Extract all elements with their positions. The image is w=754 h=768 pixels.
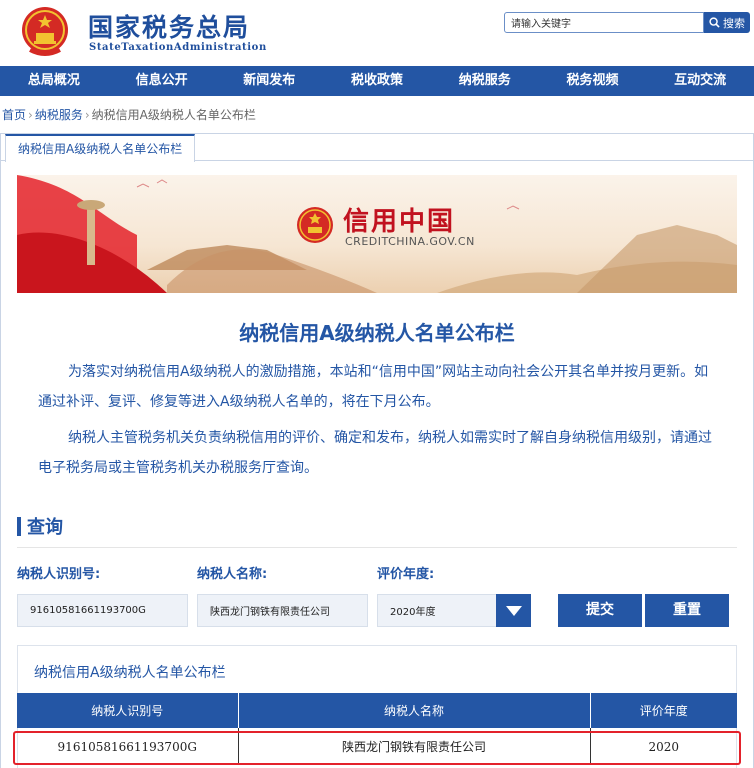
site-header: 国家税务总局 StateTaxationAdministration 搜索 <box>0 0 754 66</box>
submit-button[interactable]: 提交 <box>558 594 642 627</box>
eval-year-label: 评价年度: <box>377 567 435 582</box>
taxpayer-name-label: 纳税人名称: <box>197 567 268 582</box>
breadcrumb-separator: › <box>84 108 90 122</box>
search-icon <box>709 17 720 28</box>
results-table: 纳税人识别号 纳税人名称 评价年度 91610581661193700G 陕西龙… <box>17 693 737 765</box>
section-divider <box>17 547 737 548</box>
search-button[interactable]: 搜索 <box>704 12 750 33</box>
eval-year-dropdown-button[interactable] <box>496 594 531 627</box>
breadcrumb-current: 纳税信用A级纳税人名单公布栏 <box>91 108 256 122</box>
nav-item-video[interactable]: 税务视频 <box>539 66 647 96</box>
taxpayer-id-input[interactable] <box>17 594 188 627</box>
search-input[interactable] <box>504 12 704 33</box>
column-header-year: 评价年度 <box>590 693 737 728</box>
page-title: 纳税信用A级纳税人名单公布栏 <box>239 321 515 345</box>
table-row[interactable]: 91610581661193700G 陕西龙门钢铁有限责任公司 2020 <box>17 728 737 765</box>
query-section-title: 查询 <box>27 517 63 538</box>
credit-china-banner[interactable]: 信用中国 CREDITCHINA.GOV.CN <box>17 175 737 293</box>
banner-title: 信用中国 <box>343 207 456 237</box>
column-header-id: 纳税人识别号 <box>17 693 239 728</box>
breadcrumb-separator: › <box>28 108 33 122</box>
table-header-row: 纳税人识别号 纳税人名称 评价年度 <box>17 693 737 728</box>
intro-paragraph-2: 纳税人主管税务机关负责纳税信用的评价、确定和发布，纳税人如需实时了解自身纳税信用… <box>38 430 712 476</box>
national-emblem-icon <box>22 7 68 56</box>
section-marker <box>17 517 21 536</box>
results-title: 纳税信用A级纳税人名单公布栏 <box>34 665 226 681</box>
nav-item-news[interactable]: 新闻发布 <box>215 66 323 96</box>
site-title: 国家税务总局 <box>88 13 251 42</box>
chevron-down-icon <box>505 605 522 616</box>
cell-taxpayer-id: 91610581661193700G <box>17 728 239 765</box>
nav-item-overview[interactable]: 总局概况 <box>0 66 108 96</box>
breadcrumb-home[interactable]: 首页 <box>2 108 26 122</box>
eval-year-select[interactable] <box>377 594 497 627</box>
nav-item-service[interactable]: 纳税服务 <box>431 66 539 96</box>
cell-eval-year: 2020 <box>648 739 680 754</box>
intro-paragraph-1: 为落实对纳税信用A级纳税人的激励措施，本站和“信用中国”网站主动向社会公开其名单… <box>38 364 709 410</box>
nav-item-info[interactable]: 信息公开 <box>108 66 216 96</box>
banner-url: CREDITCHINA.GOV.CN <box>345 235 475 248</box>
credit-china-emblem-icon <box>297 207 333 243</box>
main-nav: 总局概况 信息公开 新闻发布 税收政策 纳税服务 税务视频 互动交流 <box>0 66 754 96</box>
taxpayer-name-input[interactable] <box>197 594 368 627</box>
taxpayer-id-label: 纳税人识别号: <box>17 567 101 582</box>
reset-button[interactable]: 重置 <box>645 594 729 627</box>
tab-a-level-list[interactable]: 纳税信用A级纳税人名单公布栏 <box>5 134 196 162</box>
cell-taxpayer-name: 陕西龙门钢铁有限责任公司 <box>238 728 591 765</box>
nav-item-policy[interactable]: 税收政策 <box>323 66 431 96</box>
nav-item-interact[interactable]: 互动交流 <box>646 66 754 96</box>
breadcrumb: 首页 › 纳税服务 › 纳税信用A级纳税人名单公布栏 <box>2 106 256 123</box>
breadcrumb-service[interactable]: 纳税服务 <box>35 108 83 122</box>
column-header-name: 纳税人名称 <box>238 693 591 728</box>
search-button-label: 搜索 <box>723 16 745 30</box>
site-subtitle: StateTaxationAdministration <box>89 42 267 53</box>
